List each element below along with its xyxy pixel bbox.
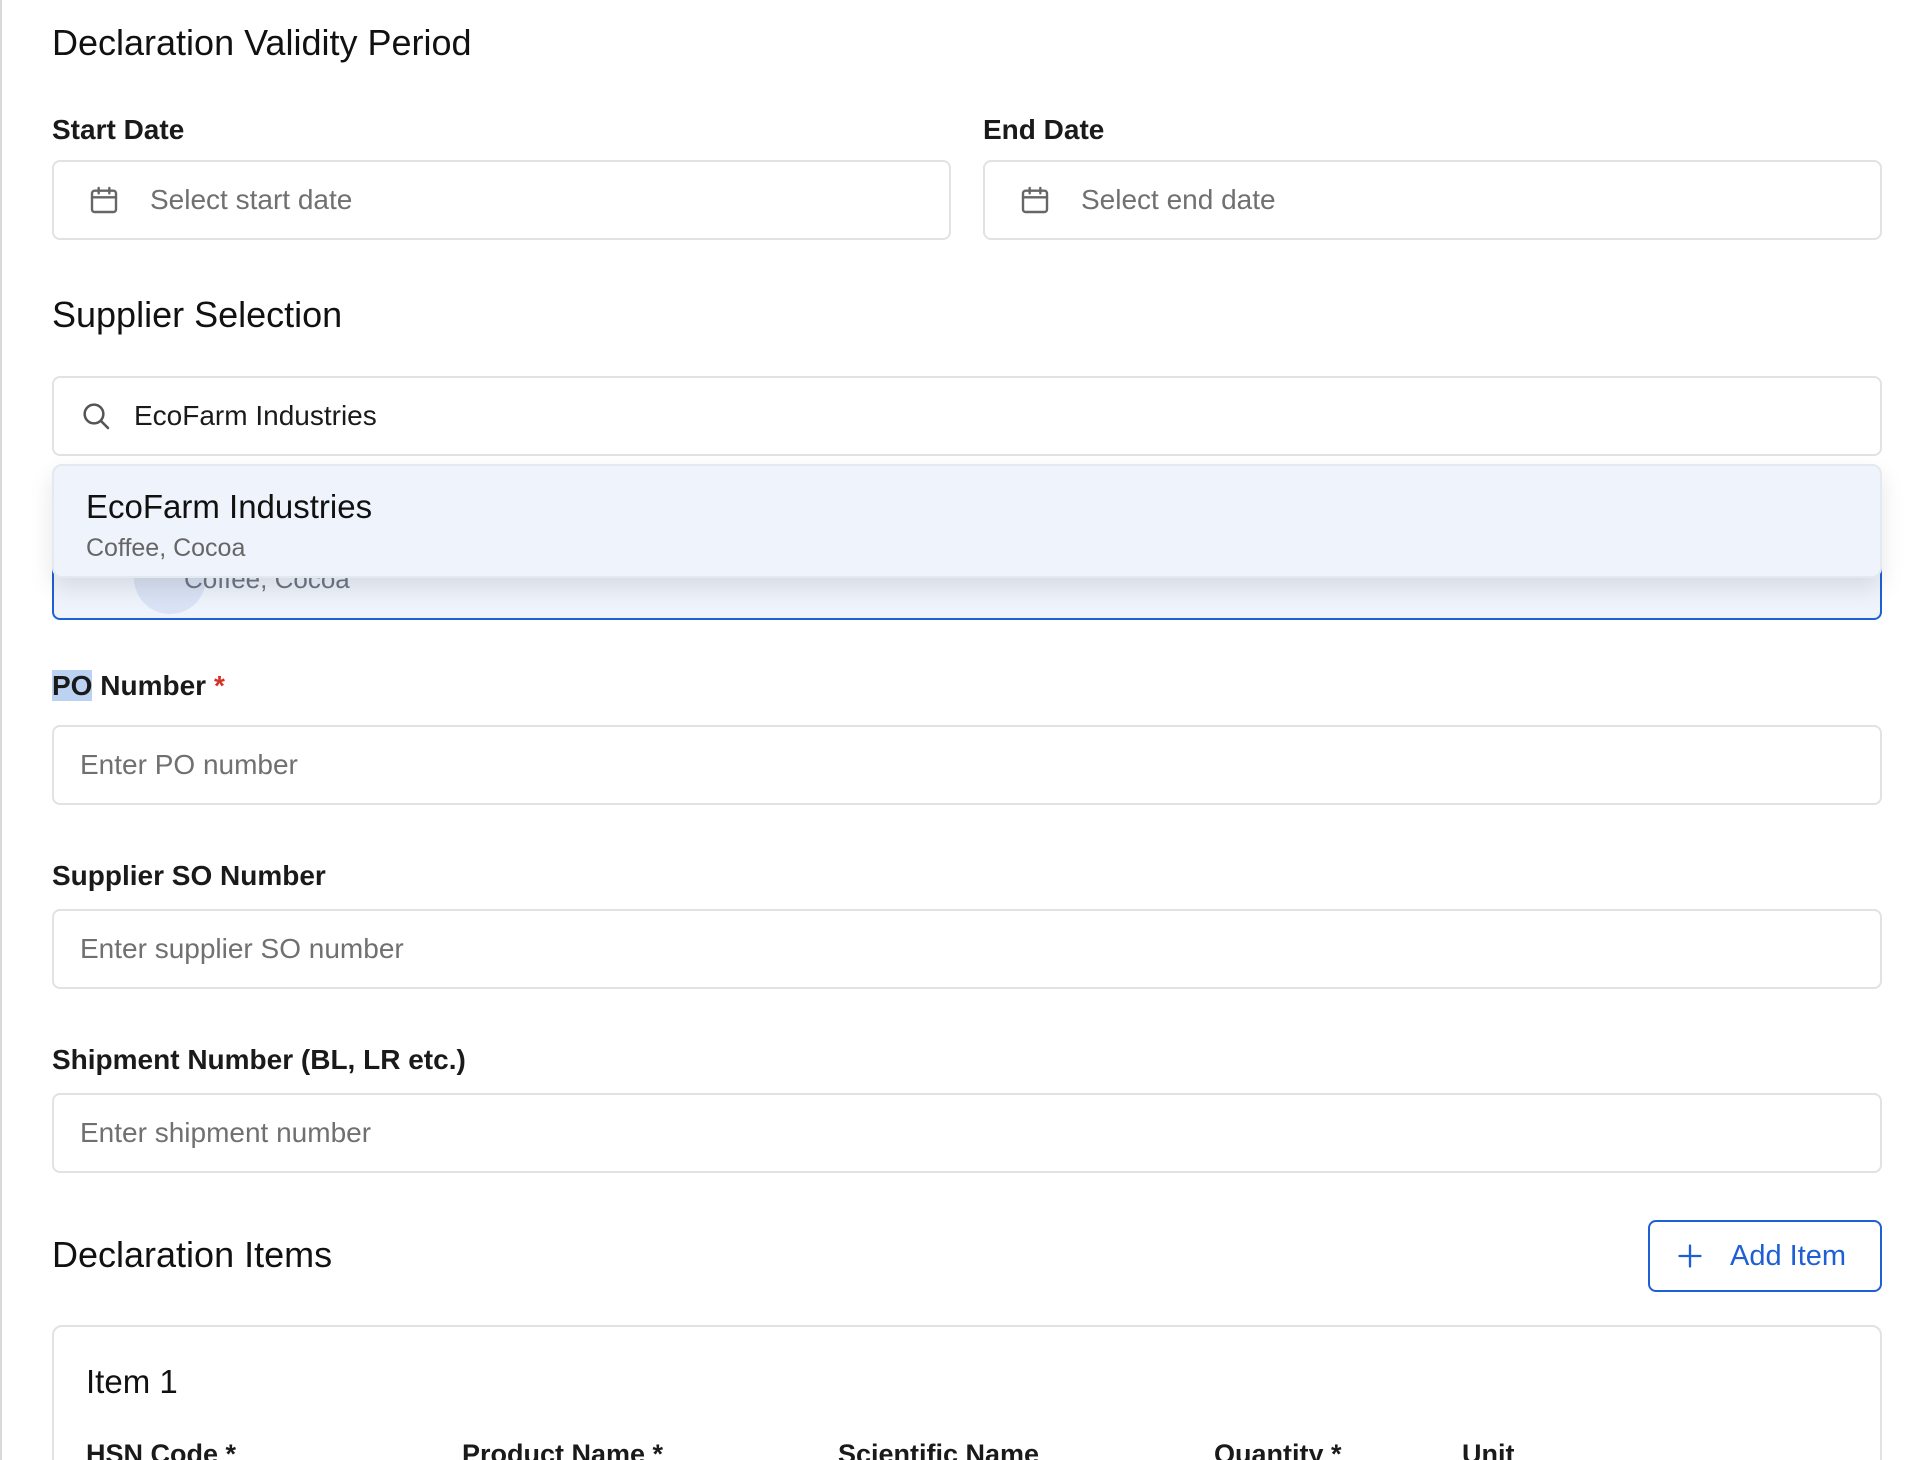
shipment-number-label: Shipment Number (BL, LR etc.): [52, 1044, 466, 1075]
supplier-option-name: EcoFarm Industries: [86, 488, 373, 525]
validity-section-title: Declaration Validity Period: [52, 22, 472, 63]
column-header-product-name: Product Name *: [462, 1439, 664, 1460]
so-number-input[interactable]: Enter supplier SO number: [52, 909, 1882, 989]
supplier-dropdown-option[interactable]: EcoFarm Industries Coffee, Cocoa: [52, 464, 1882, 578]
column-header-unit: Unit: [1462, 1439, 1515, 1460]
shipment-number-input[interactable]: Enter shipment number: [52, 1093, 1882, 1173]
po-number-placeholder: Enter PO number: [80, 749, 298, 780]
po-number-input[interactable]: Enter PO number: [52, 725, 1882, 805]
item-card: Item 1 HSN Code * Product Name * Scienti…: [52, 1325, 1882, 1460]
declaration-form: Declaration Validity Period Start Date S…: [0, 0, 1930, 1460]
end-date-picker[interactable]: Select end date: [983, 160, 1882, 240]
item-card-title: Item 1: [86, 1363, 178, 1400]
start-date-placeholder: Select start date: [150, 184, 353, 215]
end-date-label: End Date: [983, 114, 1105, 145]
calendar-icon: [1019, 184, 1051, 216]
items-section-title: Declaration Items: [52, 1234, 333, 1275]
end-date-placeholder: Select end date: [1081, 184, 1276, 215]
calendar-icon: [88, 184, 120, 216]
column-header-hsn-code: HSN Code *: [86, 1439, 237, 1460]
plus-icon: [1676, 1242, 1704, 1270]
supplier-section-title: Supplier Selection: [52, 294, 343, 335]
column-header-quantity: Quantity *: [1214, 1439, 1342, 1460]
start-date-picker[interactable]: Select start date: [52, 160, 951, 240]
so-number-placeholder: Enter supplier SO number: [80, 933, 404, 964]
start-date-label: Start Date: [52, 114, 185, 145]
column-header-scientific-name: Scientific Name: [838, 1439, 1040, 1460]
supplier-search-value: EcoFarm Industries: [134, 400, 377, 431]
po-number-label-text: Number: [92, 670, 207, 701]
add-item-label: Add Item: [1730, 1239, 1847, 1272]
add-item-button[interactable]: Add Item: [1648, 1220, 1882, 1292]
supplier-option-tags: Coffee, Cocoa: [86, 534, 246, 562]
po-number-label: PO Number *: [52, 670, 225, 702]
shipment-number-placeholder: Enter shipment number: [80, 1117, 372, 1148]
required-marker: *: [214, 670, 225, 701]
search-icon: [80, 400, 112, 432]
supplier-search-input[interactable]: EcoFarm Industries: [52, 376, 1882, 456]
po-number-label-highlight: PO: [52, 670, 93, 701]
so-number-label: Supplier SO Number: [52, 860, 326, 891]
